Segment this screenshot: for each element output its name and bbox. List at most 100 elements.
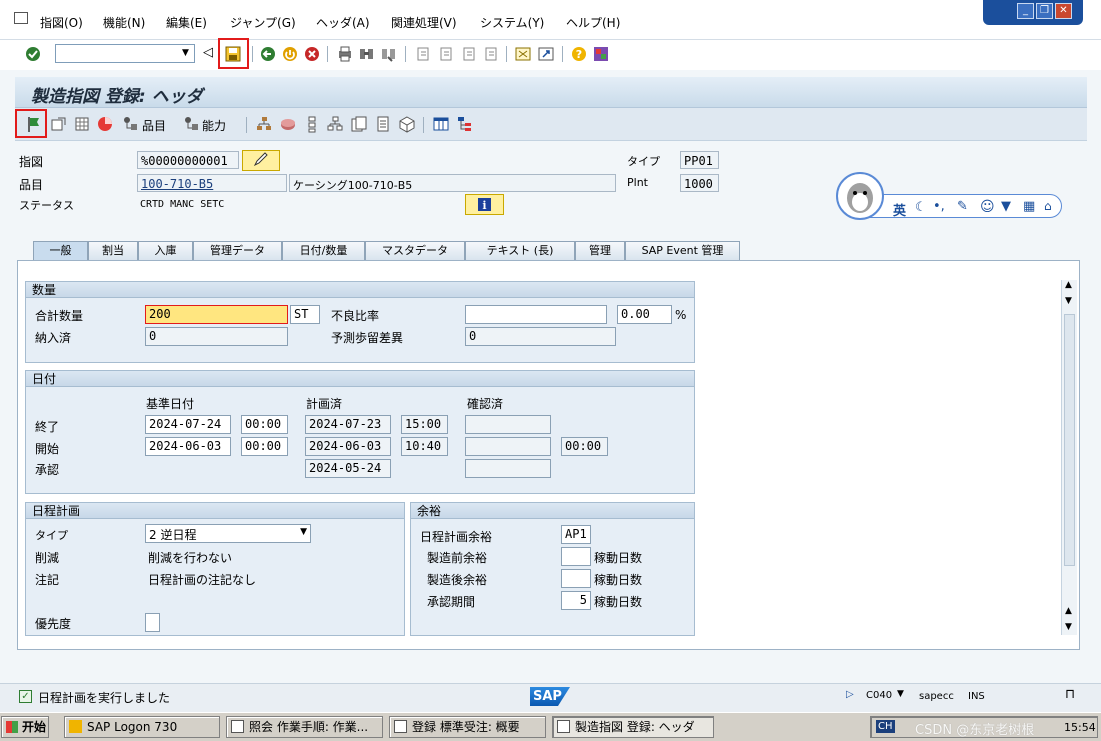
menu-system[interactable]: システム(Y) bbox=[480, 14, 544, 31]
float-before-input[interactable] bbox=[561, 547, 591, 566]
table-view-icon[interactable] bbox=[432, 115, 450, 133]
tab-general[interactable]: 一般 bbox=[33, 241, 88, 261]
menu-goto[interactable]: ジャンプ(G) bbox=[230, 14, 296, 31]
scroll-up-icon[interactable]: ▲ bbox=[1065, 280, 1072, 290]
tab-long-text[interactable]: テキスト (長) bbox=[465, 241, 575, 260]
tab-sap-event-management[interactable]: SAP Event 管理 bbox=[625, 241, 740, 260]
play-icon[interactable]: ▷ bbox=[846, 689, 854, 700]
tab-administration[interactable]: 管理 bbox=[575, 241, 625, 260]
next-page-icon[interactable] bbox=[460, 45, 478, 63]
find-icon[interactable] bbox=[358, 45, 376, 63]
moon-icon[interactable]: ☾ bbox=[915, 200, 927, 215]
quantity-unit-field[interactable]: ST bbox=[290, 305, 320, 324]
scheduling-type-select[interactable]: 2 逆日程 ▼ bbox=[145, 524, 311, 543]
tab-assignment[interactable]: 割当 bbox=[88, 241, 138, 260]
basic-start-date-input[interactable]: 2024-06-03 bbox=[145, 437, 231, 456]
priority-input[interactable] bbox=[145, 613, 160, 632]
shirt-icon[interactable]: ▼ bbox=[1001, 199, 1011, 214]
scrap-quantity-input[interactable] bbox=[465, 305, 607, 324]
start-button[interactable]: 开始 bbox=[1, 716, 49, 738]
menu-function[interactable]: 機能(N) bbox=[103, 14, 145, 31]
ime-language[interactable]: 英 bbox=[893, 200, 906, 219]
edit-order-button[interactable] bbox=[242, 150, 280, 171]
menu-order[interactable]: 指図(O) bbox=[40, 14, 83, 31]
grid-icon[interactable]: ▦ bbox=[1023, 199, 1035, 214]
exit-icon[interactable] bbox=[281, 45, 299, 63]
tab-control-data[interactable]: 管理データ bbox=[193, 241, 282, 260]
menu-environment[interactable]: 関連処理(V) bbox=[391, 14, 457, 31]
documents-icon[interactable] bbox=[350, 115, 368, 133]
component-button-label[interactable]: 品目 bbox=[142, 117, 166, 134]
status-message[interactable]: 日程計画を実行しました bbox=[38, 689, 170, 706]
ime-toolbar[interactable]: 英 ☾ •, ✎ ☺ ▼ ▦ ⌂ bbox=[836, 172, 1064, 220]
scheduling-margin-input[interactable]: AP1 bbox=[561, 525, 591, 544]
last-page-icon[interactable] bbox=[482, 45, 500, 63]
clock[interactable]: 15:54 bbox=[1064, 721, 1096, 734]
help-icon[interactable]: ? bbox=[570, 45, 588, 63]
find-next-icon[interactable] bbox=[380, 45, 398, 63]
customize-layout-icon[interactable] bbox=[592, 45, 610, 63]
taskbar-routing[interactable]: 照会 作業手順: 作業... bbox=[226, 716, 383, 738]
minimize-icon[interactable]: _ bbox=[1017, 3, 1034, 19]
menu-edit[interactable]: 編集(E) bbox=[166, 14, 207, 31]
chevron-down-icon[interactable]: ▼ bbox=[179, 47, 192, 60]
material-field[interactable]: 100-710-B5 bbox=[137, 174, 287, 192]
menu-help[interactable]: ヘルプ(H) bbox=[566, 14, 620, 31]
costs-icon[interactable] bbox=[73, 115, 91, 133]
capacity-icon[interactable] bbox=[183, 115, 201, 133]
check-material-icon[interactable] bbox=[50, 115, 68, 133]
scroll-down-icon[interactable]: ▼ bbox=[1065, 622, 1072, 632]
notes-icon[interactable] bbox=[374, 115, 392, 133]
scroll-down-icon[interactable]: ▼ bbox=[1065, 296, 1072, 306]
menu-header[interactable]: ヘッダ(A) bbox=[316, 14, 370, 31]
status-info-button[interactable]: i bbox=[465, 194, 504, 215]
print-icon[interactable] bbox=[336, 45, 354, 63]
tab-goods-receipt[interactable]: 入庫 bbox=[138, 241, 193, 260]
sap-menu-icon[interactable] bbox=[14, 12, 28, 24]
pie-chart-icon[interactable] bbox=[96, 115, 114, 133]
enter-icon[interactable] bbox=[24, 45, 42, 63]
punctuation-icon[interactable]: •, bbox=[933, 199, 945, 214]
basic-end-date-input[interactable]: 2024-07-24 bbox=[145, 415, 231, 434]
toolbar-separator bbox=[423, 117, 424, 133]
system-id[interactable]: C040 bbox=[866, 690, 892, 701]
lock-icon[interactable]: ⌂ bbox=[1044, 199, 1052, 213]
close-icon[interactable]: ✕ bbox=[1055, 3, 1072, 19]
chevron-down-icon[interactable]: ▼ bbox=[300, 527, 307, 537]
cancel-icon[interactable] bbox=[303, 45, 321, 63]
chevron-down-icon[interactable]: ▼ bbox=[897, 689, 904, 699]
hierarchy-icon[interactable] bbox=[255, 115, 273, 133]
penguin-avatar-icon[interactable] bbox=[836, 172, 884, 220]
scroll-up-icon[interactable]: ▲ bbox=[1065, 606, 1072, 616]
component-icon[interactable] bbox=[122, 115, 140, 133]
basic-end-time-input[interactable]: 00:00 bbox=[241, 415, 288, 434]
sequence-icon[interactable] bbox=[303, 115, 321, 133]
capacity-button-label[interactable]: 能力 bbox=[202, 117, 226, 134]
ime-indicator[interactable]: CH bbox=[876, 720, 895, 733]
vertical-scrollbar[interactable]: ▲ ▼ ▲ ▼ bbox=[1061, 280, 1077, 635]
tree-view-icon[interactable] bbox=[456, 115, 474, 133]
back-icon[interactable] bbox=[259, 45, 277, 63]
taskbar-sales-order[interactable]: 登録 標準受注: 概要 bbox=[389, 716, 546, 738]
shortcut-icon[interactable] bbox=[537, 45, 555, 63]
structure-icon[interactable] bbox=[326, 115, 344, 133]
total-quantity-input[interactable]: 200 bbox=[145, 305, 288, 324]
tab-dates-quantities[interactable]: 日付/数量 bbox=[282, 241, 365, 260]
wrench-icon[interactable]: ✎ bbox=[957, 199, 968, 214]
command-field[interactable]: ▼ bbox=[55, 44, 195, 63]
package-icon[interactable] bbox=[398, 115, 416, 133]
first-page-icon[interactable] bbox=[414, 45, 432, 63]
float-after-input[interactable] bbox=[561, 569, 591, 588]
taskbar-sap-logon[interactable]: SAP Logon 730 bbox=[64, 716, 220, 738]
input-mode[interactable]: INS bbox=[968, 691, 985, 702]
release-period-input[interactable]: 5 bbox=[561, 591, 591, 610]
new-session-icon[interactable] bbox=[514, 45, 532, 63]
restore-icon[interactable]: ❐ bbox=[1036, 3, 1053, 19]
previous-page-icon[interactable] bbox=[437, 45, 455, 63]
taskbar-production-order[interactable]: 製造指図 登録: ヘッダ bbox=[552, 716, 714, 738]
settlement-icon[interactable] bbox=[279, 115, 297, 133]
smile-icon[interactable]: ☺ bbox=[980, 199, 995, 215]
tab-master-data[interactable]: マスタデータ bbox=[365, 241, 465, 260]
scrollbar-thumb[interactable] bbox=[1064, 314, 1075, 566]
basic-start-time-input[interactable]: 00:00 bbox=[241, 437, 288, 456]
